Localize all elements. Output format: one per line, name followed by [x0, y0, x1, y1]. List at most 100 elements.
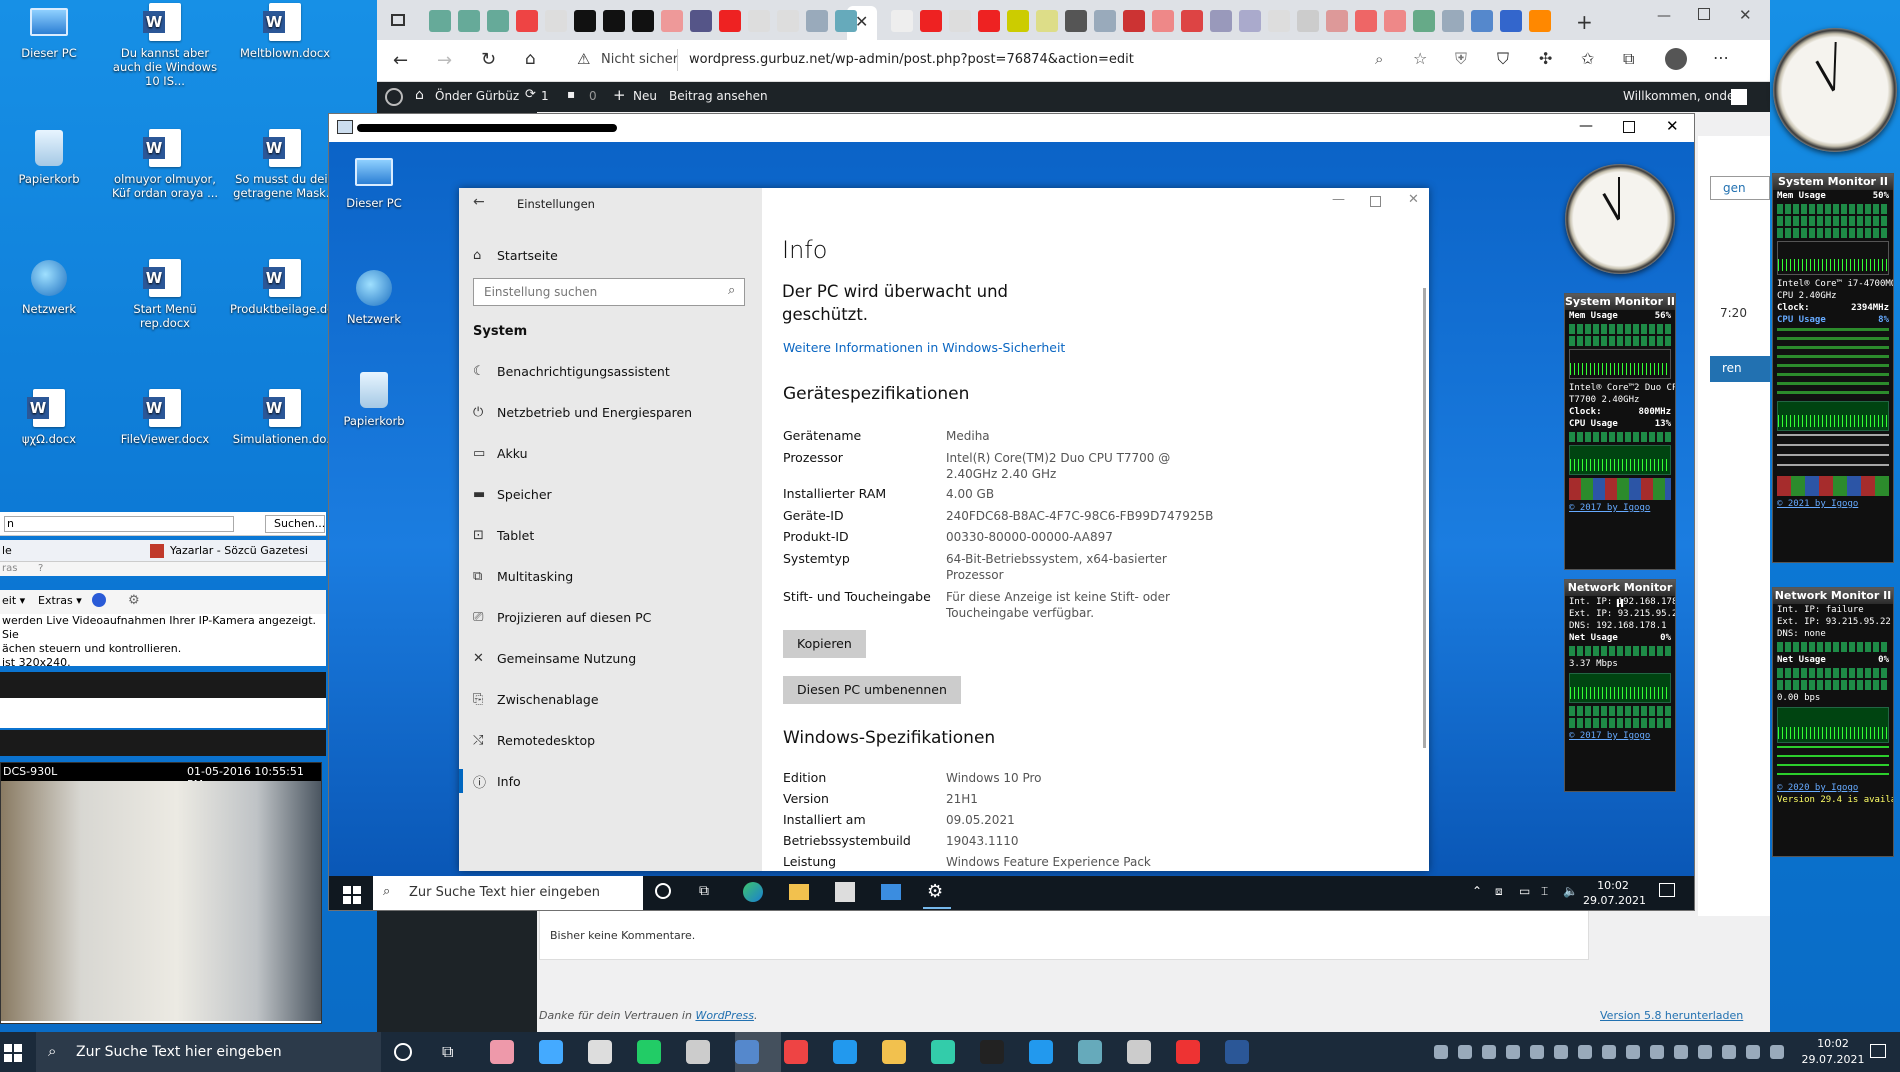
tray-network-status-icon[interactable] — [1602, 1045, 1616, 1059]
nav-remote[interactable]: ⤭ Remotedesktop — [473, 725, 758, 755]
taskbar-search[interactable]: ⌕ Zur Suche Text hier eingeben — [36, 1032, 381, 1072]
browser-tab[interactable] — [920, 10, 942, 32]
maximize-icon[interactable] — [1698, 8, 1710, 20]
browser-tab[interactable] — [1181, 10, 1203, 32]
settings-minimize-icon[interactable]: — — [1332, 192, 1345, 207]
tray-battery-icon[interactable] — [1722, 1045, 1736, 1059]
home-icon[interactable]: ⌂ — [525, 49, 536, 69]
explorer-icon[interactable] — [789, 884, 809, 900]
tab-actions-icon[interactable] — [391, 14, 405, 26]
vm-start-icon[interactable] — [343, 886, 361, 904]
wp-view-post-link[interactable]: Beitrag ansehen — [669, 89, 768, 103]
remote-desktop-icon[interactable] — [735, 1040, 759, 1064]
browser-tab[interactable] — [835, 10, 857, 32]
tray-wifi-icon[interactable] — [1674, 1045, 1688, 1059]
edge-icon[interactable] — [931, 1040, 955, 1064]
tray-printer-icon[interactable] — [1770, 1045, 1784, 1059]
desktop-icon-word[interactable]: ψχΩ.docx — [0, 388, 104, 446]
favorites-icon[interactable]: ✩ — [1581, 49, 1594, 68]
left-menu-help[interactable]: ? — [38, 563, 43, 574]
nav-info[interactable]: ⓘ Info — [473, 766, 758, 796]
store-icon[interactable] — [835, 882, 855, 902]
mail-icon[interactable] — [881, 884, 901, 900]
left-menu-partial[interactable]: ras — [2, 563, 17, 574]
settings-search-input[interactable]: Einstellung suchen ⌕ — [473, 278, 745, 306]
settings-scrollbar[interactable] — [1423, 288, 1426, 748]
forward-icon[interactable]: → — [437, 50, 452, 71]
vm-sysmon-footer[interactable]: © 2017 by Igogo — [1565, 502, 1675, 514]
edge-icon[interactable] — [743, 882, 763, 902]
browser-tab[interactable] — [1210, 10, 1232, 32]
settings-gear-icon[interactable]: ⚙ — [927, 881, 943, 902]
left-tab-stub[interactable]: le — [2, 544, 12, 557]
browser-tab[interactable] — [574, 10, 596, 32]
camera-icon[interactable] — [1078, 1040, 1102, 1064]
task-view-icon[interactable]: ⧉ — [442, 1042, 453, 1062]
tray-clock[interactable]: 10:02 29.07.2021 — [1800, 1036, 1866, 1068]
nav-share[interactable]: ✕ Gemeinsame Nutzung — [473, 643, 758, 673]
browser-tab[interactable] — [777, 10, 799, 32]
browser-tab[interactable] — [1471, 10, 1493, 32]
browser-tab[interactable] — [1007, 10, 1029, 32]
host-sysmon-buttons[interactable] — [1777, 476, 1889, 496]
extension-shield-icon[interactable]: ⛉ — [1497, 49, 1509, 69]
browser-tab[interactable] — [632, 10, 654, 32]
browser-tab[interactable] — [1384, 10, 1406, 32]
desktop-icon-bin[interactable]: Papierkorb — [0, 128, 104, 186]
nav-moon[interactable]: ☾ Benachrichtigungsassistent — [473, 356, 758, 386]
start-icon[interactable] — [4, 1044, 22, 1062]
wp-welcome[interactable]: Willkommen, onder — [1623, 89, 1739, 103]
browser-tab[interactable] — [545, 10, 567, 32]
browser-tab[interactable] — [949, 10, 971, 32]
wordpress-icon[interactable] — [385, 88, 403, 106]
url-field[interactable]: wordpress.gurbuz.net/wp-admin/post.php?p… — [689, 52, 1134, 67]
browser-tab[interactable] — [748, 10, 770, 32]
vm-desktop-icon-bin[interactable]: Papierkorb — [319, 370, 429, 428]
new-tab-icon[interactable]: + — [1576, 10, 1593, 34]
tray-input-icon[interactable] — [1434, 1045, 1448, 1059]
nav-tablet[interactable]: ⊡ Tablet — [473, 520, 758, 550]
vm-desktop-icon-pc[interactable]: Dieser PC — [319, 152, 429, 210]
browser-tab[interactable] — [978, 10, 1000, 32]
chrome-icon[interactable] — [784, 1040, 808, 1064]
wp-user-avatar[interactable] — [1731, 89, 1747, 105]
host-netmon-links[interactable] — [1777, 642, 1889, 652]
vm-minimize-icon[interactable]: — — [1579, 118, 1593, 134]
left-menu-edit[interactable]: eit ▾ — [2, 594, 25, 607]
vm-netmon-footer[interactable]: © 2017 by Igogo — [1565, 730, 1675, 742]
nav-storage[interactable]: ▬ Speicher — [473, 479, 758, 509]
more-icon[interactable]: ⋯ — [1713, 48, 1729, 67]
wp-comments-count[interactable]: 0 — [589, 89, 597, 103]
nav-multitasking[interactable]: ⧉ Multitasking — [473, 561, 758, 591]
vm-tray-clock[interactable]: 10:02 29.07.2021 — [1583, 878, 1646, 908]
tray-display-icon[interactable] — [1650, 1045, 1664, 1059]
browser-tab[interactable] — [1355, 10, 1377, 32]
host-netmon-footer[interactable]: © 2020 by Igogo — [1773, 782, 1893, 794]
cortana-icon[interactable] — [394, 1043, 412, 1061]
wp-footer-version[interactable]: Version 5.8 herunterladen — [1600, 1009, 1743, 1022]
wp-footer-link[interactable]: WordPress — [695, 1009, 754, 1022]
tray-volume-icon[interactable] — [1698, 1045, 1712, 1059]
close-icon[interactable]: ✕ — [1739, 6, 1752, 24]
browser-tab[interactable] — [806, 10, 828, 32]
back-icon[interactable]: ← — [393, 50, 408, 71]
address-warning[interactable]: Nicht sicher — [601, 52, 678, 67]
ie-icon[interactable] — [833, 1040, 857, 1064]
vm-taskbar-search[interactable]: ⌕ Zur Suche Text hier eingeben — [373, 876, 643, 910]
browser-tab[interactable] — [1065, 10, 1087, 32]
vm-desktop-icon-network[interactable]: Netzwerk — [319, 268, 429, 326]
browser-tab[interactable] — [429, 10, 451, 32]
rename-pc-button[interactable]: Diesen PC umbenennen — [783, 676, 961, 704]
task-view-icon[interactable]: ⧉ — [699, 883, 709, 899]
browser-tab[interactable] — [661, 10, 683, 32]
left-tab-sozcu[interactable]: Yazarlar - Sözcü Gazetesi — [170, 544, 308, 557]
browser-tab[interactable] — [1500, 10, 1522, 32]
copy-button[interactable]: Kopieren — [783, 630, 866, 658]
desktop-icon-net[interactable]: Netzwerk — [0, 258, 104, 316]
vm-close-icon[interactable]: ✕ — [1666, 117, 1679, 135]
whatsapp-icon[interactable] — [637, 1040, 661, 1064]
desktop-icon-word[interactable]: FileViewer.docx — [110, 388, 220, 446]
host-netmon-version[interactable]: Version 29.4 is available! — [1773, 794, 1893, 806]
collections-icon[interactable]: ⧉ — [1623, 49, 1634, 69]
nav-power[interactable]: ⏻ Netzbetrieb und Energiesparen — [473, 397, 758, 427]
